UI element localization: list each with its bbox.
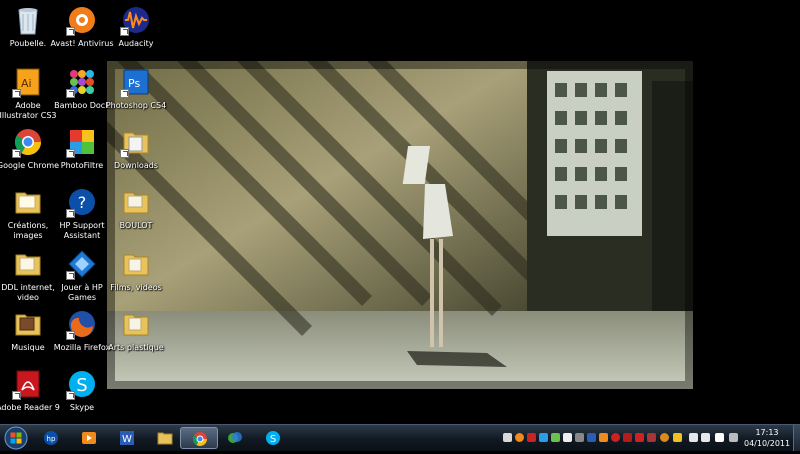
word-icon: W bbox=[120, 431, 134, 445]
shortcut-arrow-icon bbox=[120, 89, 129, 98]
svg-text:W: W bbox=[122, 434, 132, 445]
skype-icon: S bbox=[66, 368, 98, 400]
photofiltre-icon bbox=[66, 126, 98, 158]
icon-label: Skype bbox=[69, 403, 95, 412]
taskbar-media-player-button[interactable] bbox=[72, 427, 106, 449]
svg-text:Ps: Ps bbox=[128, 77, 140, 90]
taskbar-explorer-button[interactable] bbox=[148, 427, 182, 449]
taskbar-skype-button[interactable]: S bbox=[256, 427, 290, 449]
shortcut-arrow-icon bbox=[66, 271, 75, 280]
desktop-icon-audacity[interactable]: Audacity bbox=[104, 4, 168, 62]
desktop-icon-boulot[interactable]: BOULOT bbox=[104, 186, 168, 244]
tray-icon[interactable] bbox=[673, 433, 682, 442]
illustrator-icon: Ai bbox=[12, 66, 44, 98]
shortcut-arrow-icon bbox=[66, 209, 75, 218]
tray-icon[interactable] bbox=[539, 433, 548, 442]
folder-icon bbox=[120, 126, 152, 158]
folder-icon bbox=[12, 308, 44, 340]
icon-label: Arts plastique bbox=[108, 343, 164, 352]
volume-icon[interactable] bbox=[715, 433, 724, 442]
tray-icon[interactable] bbox=[515, 433, 524, 442]
tray-icon[interactable] bbox=[647, 433, 656, 442]
folder-icon bbox=[120, 186, 152, 218]
icon-label: Films, videos bbox=[110, 283, 162, 292]
tray-icon[interactable] bbox=[623, 433, 632, 442]
tray-icon[interactable] bbox=[503, 433, 512, 442]
shortcut-arrow-icon bbox=[66, 149, 75, 158]
avast-icon bbox=[66, 4, 98, 36]
clock[interactable]: 17:13 04/10/2011 bbox=[744, 427, 790, 449]
tray-icon[interactable] bbox=[729, 433, 738, 442]
explorer-folder-icon bbox=[157, 432, 173, 445]
tray-icon[interactable] bbox=[527, 433, 536, 442]
desktop-icon-downloads[interactable]: Downloads bbox=[104, 126, 168, 184]
icon-label: Audacity bbox=[118, 39, 154, 48]
show-desktop-button[interactable] bbox=[793, 425, 800, 451]
flag-icon[interactable] bbox=[701, 433, 710, 442]
svg-text:S: S bbox=[76, 375, 87, 396]
folder-icon bbox=[12, 248, 44, 280]
taskbar-chrome-button[interactable] bbox=[180, 427, 218, 449]
shortcut-arrow-icon bbox=[66, 27, 75, 36]
tray-icon[interactable] bbox=[611, 433, 620, 442]
adobe-reader-icon bbox=[12, 368, 44, 400]
bamboo-dock-icon bbox=[66, 66, 98, 98]
tray-icon[interactable] bbox=[660, 433, 669, 442]
tray-icon[interactable] bbox=[551, 433, 560, 442]
shortcut-arrow-icon bbox=[66, 89, 75, 98]
clock-time: 17:13 bbox=[755, 428, 779, 437]
desktop-icon-arts-plastique[interactable]: Arts plastique bbox=[104, 308, 168, 366]
taskbar-word-button[interactable]: W bbox=[110, 427, 144, 449]
shortcut-arrow-icon bbox=[66, 331, 75, 340]
media-player-icon bbox=[82, 432, 96, 444]
icon-label: Photoshop CS4 bbox=[105, 101, 167, 110]
recycle-bin-icon bbox=[12, 4, 44, 36]
shortcut-arrow-icon bbox=[12, 391, 21, 400]
photoshop-icon: Ps bbox=[120, 66, 152, 98]
hp-games-icon bbox=[66, 248, 98, 280]
desktop-icon-skype[interactable]: S Skype bbox=[50, 368, 114, 426]
shortcut-arrow-icon bbox=[12, 89, 21, 98]
audacity-icon bbox=[120, 4, 152, 36]
desktop-wallpaper bbox=[107, 61, 693, 389]
hp-support-icon: ? bbox=[66, 186, 98, 218]
icon-label: BOULOT bbox=[119, 221, 153, 230]
tray-icon[interactable] bbox=[575, 433, 584, 442]
windows-live-icon bbox=[228, 432, 242, 443]
taskbar-hp-button[interactable]: hp bbox=[34, 427, 68, 449]
svg-text:hp: hp bbox=[47, 435, 56, 443]
svg-text:S: S bbox=[270, 434, 276, 445]
windows-start-orb-icon bbox=[4, 426, 28, 450]
shortcut-arrow-icon bbox=[12, 149, 21, 158]
chrome-icon bbox=[12, 126, 44, 158]
svg-text:?: ? bbox=[78, 193, 87, 212]
svg-text:Ai: Ai bbox=[21, 77, 32, 90]
skype-icon: S bbox=[266, 431, 280, 445]
desktop-icon-photoshop[interactable]: Ps Photoshop CS4 bbox=[104, 66, 168, 124]
tray-icon[interactable] bbox=[563, 433, 572, 442]
icon-label: Downloads bbox=[114, 161, 158, 170]
taskbar: hp W S 17:13 04/10/2011 bbox=[0, 424, 800, 451]
shortcut-arrow-icon bbox=[120, 27, 129, 36]
network-icon[interactable] bbox=[689, 433, 698, 442]
tray-icon[interactable] bbox=[599, 433, 608, 442]
start-button[interactable] bbox=[3, 426, 29, 450]
folder-icon bbox=[120, 248, 152, 280]
taskbar-windows-live-button[interactable] bbox=[218, 427, 252, 449]
clock-date: 04/10/2011 bbox=[744, 439, 791, 448]
hp-icon: hp bbox=[44, 431, 58, 445]
tray-icon[interactable] bbox=[635, 433, 644, 442]
folder-icon bbox=[12, 186, 44, 218]
shortcut-arrow-icon bbox=[66, 391, 75, 400]
firefox-icon bbox=[66, 308, 98, 340]
tray-icon[interactable] bbox=[587, 433, 596, 442]
desktop-icon-films-videos[interactable]: Films, videos bbox=[104, 248, 168, 306]
folder-icon bbox=[120, 308, 152, 340]
chrome-icon bbox=[193, 432, 207, 446]
shortcut-arrow-icon bbox=[120, 149, 129, 158]
